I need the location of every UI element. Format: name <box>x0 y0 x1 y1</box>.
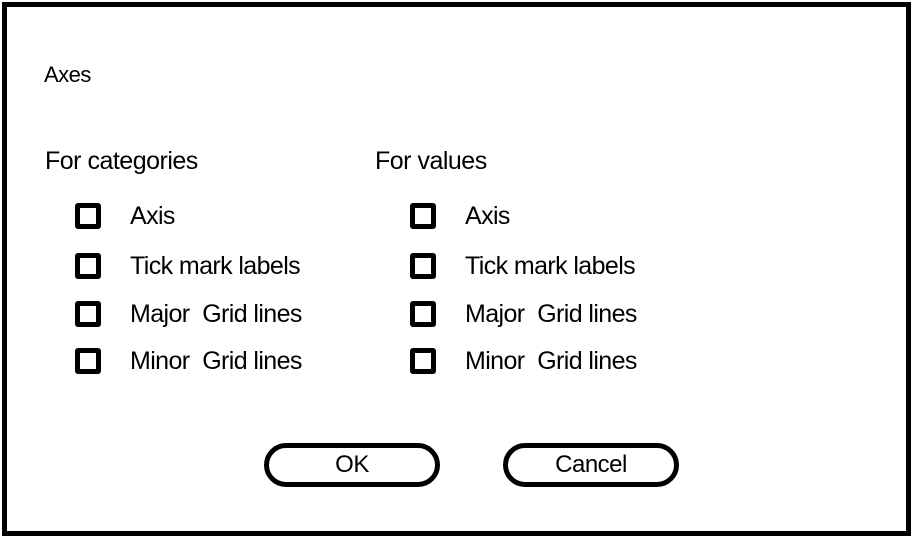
values-minor-grid-lines-option[interactable]: Minor Grid lines <box>410 346 637 376</box>
values-tick-mark-labels-checkbox[interactable] <box>410 253 436 279</box>
categories-major-grid-lines-label: Major Grid lines <box>130 299 302 328</box>
categories-major-grid-lines-checkbox[interactable] <box>75 301 101 327</box>
categories-tick-mark-labels-option[interactable]: Tick mark labels <box>75 251 301 281</box>
values-major-grid-lines-option[interactable]: Major Grid lines <box>410 299 637 329</box>
categories-tick-mark-labels-checkbox[interactable] <box>75 253 101 279</box>
ok-button[interactable]: OK <box>264 443 440 487</box>
values-major-grid-lines-checkbox[interactable] <box>410 301 436 327</box>
values-minor-grid-lines-checkbox[interactable] <box>410 348 436 374</box>
values-major-grid-lines-label: Major Grid lines <box>465 299 637 328</box>
categories-header: For categories <box>45 147 198 175</box>
cancel-button[interactable]: Cancel <box>503 443 679 487</box>
categories-tick-mark-labels-label: Tick mark labels <box>130 251 301 280</box>
values-tick-mark-labels-option[interactable]: Tick mark labels <box>410 251 636 281</box>
categories-minor-grid-lines-option[interactable]: Minor Grid lines <box>75 346 302 376</box>
categories-axis-option[interactable]: Axis <box>75 201 175 231</box>
categories-minor-grid-lines-label: Minor Grid lines <box>130 346 302 375</box>
values-tick-mark-labels-label: Tick mark labels <box>465 251 636 280</box>
values-axis-checkbox[interactable] <box>410 203 436 229</box>
values-axis-label: Axis <box>465 201 510 230</box>
categories-axis-checkbox[interactable] <box>75 203 101 229</box>
values-axis-option[interactable]: Axis <box>410 201 510 231</box>
dialog-title: Axes <box>44 62 91 87</box>
values-minor-grid-lines-label: Minor Grid lines <box>465 346 637 375</box>
categories-major-grid-lines-option[interactable]: Major Grid lines <box>75 299 302 329</box>
axes-dialog: Axes For categories For values Axis Tick… <box>2 2 911 536</box>
values-header: For values <box>375 147 487 175</box>
categories-minor-grid-lines-checkbox[interactable] <box>75 348 101 374</box>
categories-axis-label: Axis <box>130 201 175 230</box>
